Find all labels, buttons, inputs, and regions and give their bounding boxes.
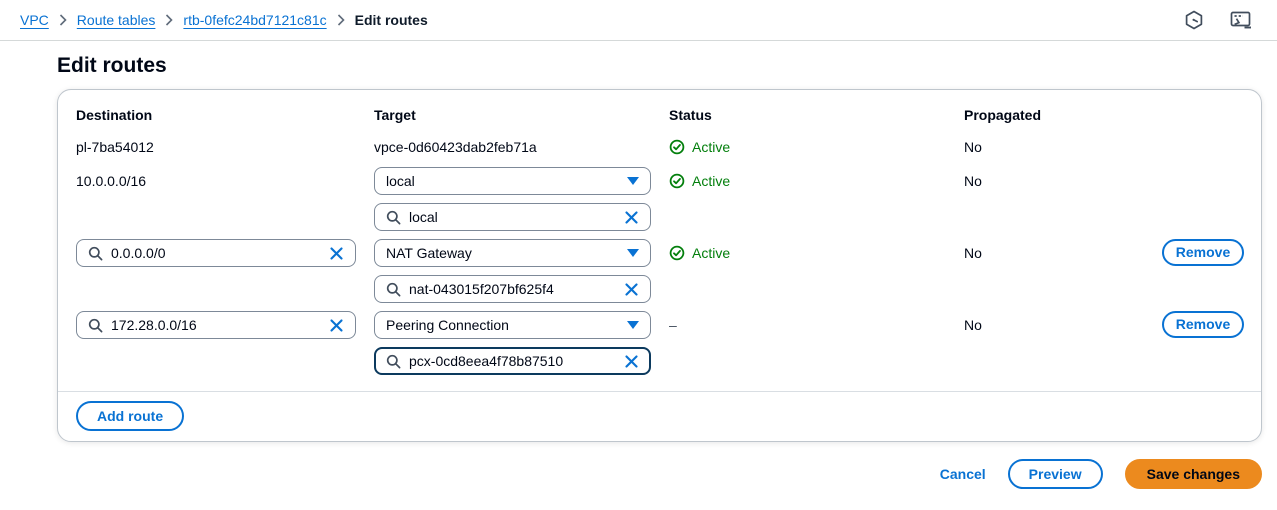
edit-routes-card: Destination Target Status Propagated pl-… [57,89,1262,442]
clear-x-icon[interactable] [329,318,344,333]
target-search-box [374,275,651,303]
destination-input[interactable] [111,245,321,261]
caret-down-icon [627,177,639,185]
route-row-4: Peering Connection – No Remove [76,311,1245,375]
target-search-input[interactable] [409,353,616,369]
route-row-3: NAT Gateway [76,239,1245,303]
status-label: Active [692,245,730,261]
status-cell: – [669,311,964,339]
target-search-input[interactable] [409,281,616,297]
table-header-row: Destination Target Status Propagated [76,107,1245,124]
target-search-input[interactable] [409,209,616,225]
target-search-box [374,203,651,231]
breadcrumb: VPC Route tables rtb-0fefc24bd7121c81c E… [20,12,428,28]
col-header-status: Status [669,107,964,124]
console-topbar: VPC Route tables rtb-0fefc24bd7121c81c E… [0,0,1277,41]
col-header-target: Target [374,107,669,124]
status-cell: Active [669,239,964,267]
target-selected-value: Peering Connection [386,317,509,333]
status-label: – [669,317,677,333]
destination-search-box [76,311,356,339]
target-select[interactable]: Peering Connection [374,311,651,339]
clear-x-icon[interactable] [329,246,344,261]
breadcrumb-route-tables[interactable]: Route tables [77,12,156,28]
page-title: Edit routes [57,54,1277,78]
topbar-icons [1184,10,1253,30]
chevron-right-icon [337,14,345,26]
destination-search-box [76,239,356,267]
clear-x-icon[interactable] [624,210,639,225]
amazon-q-icon[interactable] [1184,10,1204,30]
propagated-value: No [964,239,1162,267]
cloudshell-icon[interactable] [1230,10,1253,30]
destination-value: 10.0.0.0/16 [76,167,374,195]
status-label: Active [692,173,730,189]
remove-route-button[interactable]: Remove [1162,239,1244,266]
caret-down-icon [627,321,639,329]
target-selected-value: NAT Gateway [386,245,472,261]
breadcrumb-route-table-id[interactable]: rtb-0fefc24bd7121c81c [183,12,326,28]
propagated-value: No [964,137,1162,157]
remove-route-button[interactable]: Remove [1162,311,1244,338]
chevron-right-icon [59,14,67,26]
breadcrumb-vpc[interactable]: VPC [20,12,49,28]
target-value: vpce-0d60423dab2feb71a [374,137,669,157]
breadcrumb-current: Edit routes [355,12,428,28]
target-select[interactable]: local [374,167,651,195]
card-footer: Add route [58,391,1261,441]
cancel-button[interactable]: Cancel [940,466,986,482]
propagated-value: No [964,311,1162,339]
destination-input[interactable] [111,317,321,333]
col-header-propagated: Propagated [964,107,1162,124]
search-icon [88,318,103,333]
search-icon [88,246,103,261]
route-row-2: 10.0.0.0/16 local [76,167,1245,231]
target-search-box-focused [374,347,651,375]
search-icon [386,354,401,369]
check-circle-icon [669,173,685,189]
target-selected-value: local [386,173,415,189]
status-cell: Active [669,167,964,195]
page-actions: Cancel Preview Save changes [0,459,1262,489]
check-circle-icon [669,245,685,261]
target-select[interactable]: NAT Gateway [374,239,651,267]
route-row-1: pl-7ba54012 vpce-0d60423dab2feb71a Activ… [76,137,1245,157]
add-route-button[interactable]: Add route [76,401,184,431]
status-label: Active [692,137,730,157]
propagated-value: No [964,167,1162,195]
clear-x-icon[interactable] [624,354,639,369]
clear-x-icon[interactable] [624,282,639,297]
preview-button[interactable]: Preview [1008,459,1103,489]
col-header-destination: Destination [76,107,374,124]
save-changes-button[interactable]: Save changes [1125,459,1262,489]
caret-down-icon [627,249,639,257]
chevron-right-icon [165,14,173,26]
destination-value: pl-7ba54012 [76,137,374,157]
check-circle-icon [669,139,685,155]
search-icon [386,210,401,225]
status-cell: Active [669,137,964,157]
search-icon [386,282,401,297]
